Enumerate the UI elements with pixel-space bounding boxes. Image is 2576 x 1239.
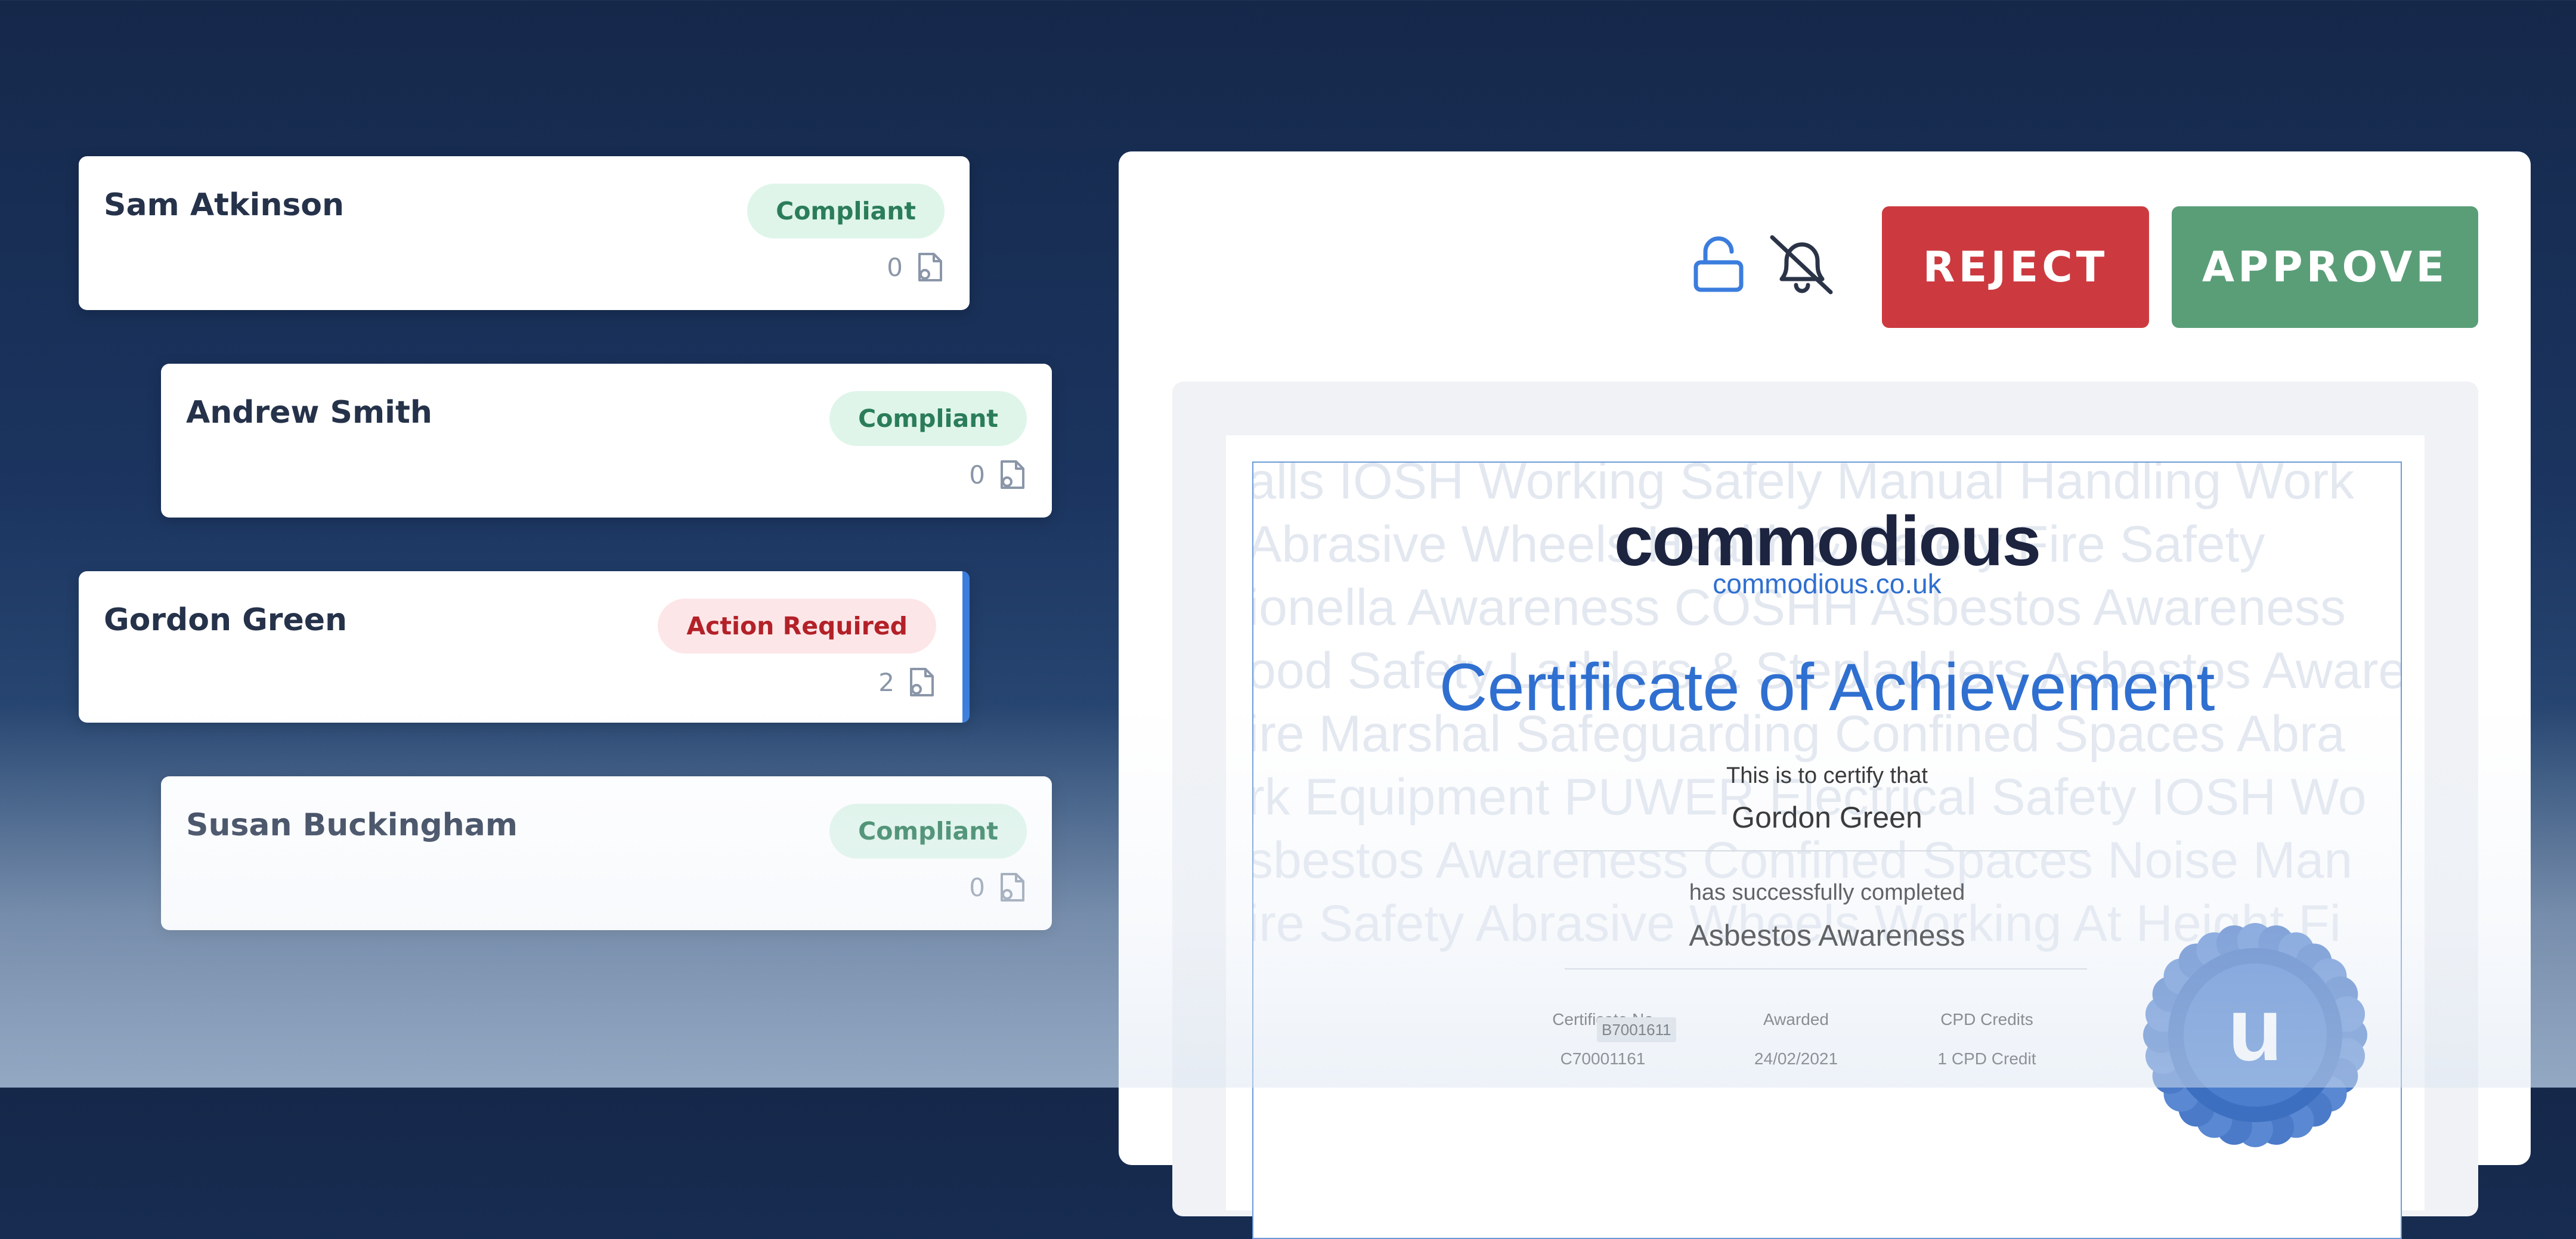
certificate-preview: alls IOSH Working Safely Manual Handling… — [1252, 461, 2402, 1239]
document-icon — [910, 668, 934, 696]
person-card-susan-buckingham[interactable]: Susan Buckingham Compliant 0 — [161, 776, 1052, 930]
awarded-label: Awarded — [1763, 1010, 1829, 1029]
document-icon — [918, 253, 942, 281]
reject-button[interactable]: REJECT — [1882, 206, 2149, 328]
divider — [1565, 850, 2087, 851]
person-name: Susan Buckingham — [186, 807, 518, 843]
seal-letter: u — [2228, 979, 2283, 1079]
unlock-icon[interactable] — [1691, 236, 1746, 293]
approve-button[interactable]: APPROVE — [2172, 206, 2478, 328]
person-card-sam-atkinson[interactable]: Sam Atkinson Compliant 0 — [79, 156, 970, 310]
cpd-credits-label: CPD Credits — [1940, 1010, 2033, 1029]
person-name: Andrew Smith — [186, 395, 432, 430]
status-badge: Compliant — [829, 804, 1027, 859]
status-badge: Compliant — [829, 391, 1027, 446]
document-viewer[interactable]: alls IOSH Working Safely Manual Handling… — [1172, 382, 2478, 1239]
document-count-value: 0 — [887, 252, 903, 282]
document-count-value: 0 — [969, 460, 985, 490]
person-card-andrew-smith[interactable]: Andrew Smith Compliant 0 — [161, 364, 1052, 518]
document-icon — [1001, 873, 1024, 902]
document-count: 0 — [969, 458, 1026, 491]
person-card-gordon-green[interactable]: Gordon Green Action Required 2 — [79, 571, 970, 723]
status-badge: Compliant — [747, 184, 945, 238]
document-count-value: 2 — [878, 667, 894, 697]
certificate-title-part2: Achievement — [1829, 650, 2215, 724]
document-count-value: 0 — [969, 872, 985, 902]
document-icon — [1001, 460, 1024, 489]
completed-text: has successfully completed — [1689, 880, 1965, 905]
certificate-no-value: C70001161 — [1560, 1049, 1646, 1068]
person-name: Sam Atkinson — [104, 187, 345, 223]
notifications-off-icon[interactable] — [1766, 234, 1837, 296]
document-page: alls IOSH Working Safely Manual Handling… — [1226, 435, 2425, 1239]
recipient-name: Gordon Green — [1732, 801, 1922, 834]
awarded-value: 24/02/2021 — [1754, 1049, 1838, 1068]
cpd-credits-value: 1 CPD Credit — [1937, 1049, 2036, 1068]
status-badge: Action Required — [658, 599, 936, 653]
document-count: 2 — [878, 665, 935, 699]
document-count: 0 — [969, 871, 1026, 904]
divider — [1565, 968, 2087, 969]
rosette-seal-icon: u — [2143, 923, 2367, 1147]
person-name: Gordon Green — [104, 602, 348, 638]
tooltip: B7001611 — [1597, 1017, 1676, 1042]
brand-url: commodious.co.uk — [1713, 568, 1942, 599]
document-count: 0 — [887, 250, 943, 284]
certify-text: This is to certify that — [1726, 763, 1928, 788]
certificate-title-part1: Certificate of — [1439, 650, 1829, 724]
certificate-review-panel: REJECT APPROVE alls IOSH Working Safely … — [1119, 151, 2531, 1239]
certificate-title: Certificate of Achievement — [1253, 649, 2401, 726]
